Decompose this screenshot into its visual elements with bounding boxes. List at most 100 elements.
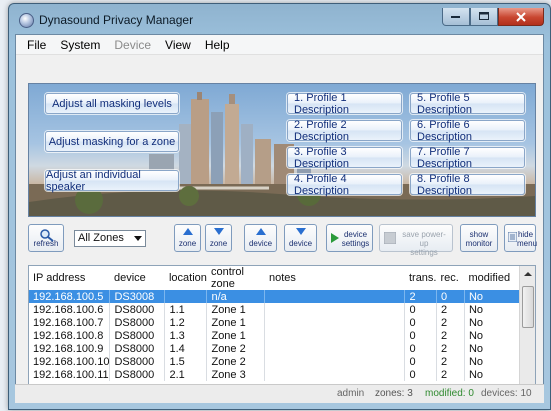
table-cell: 2 [404,290,437,303]
table-cell: Zone 1 [206,329,266,342]
table-row[interactable]: 192.168.100.9 DS8000 1.4 Zone 2 0 2 No [29,342,522,355]
table-cell: 192.168.100.11 [29,368,111,381]
table-cell: 0 [404,342,437,355]
table-cell: 0 [404,303,437,316]
scroll-thumb[interactable] [522,286,534,328]
play-icon [331,233,339,243]
table-cell: 1.3 [164,329,208,342]
show-monitor-label-1: show [469,230,489,239]
adjust-zone-button[interactable]: Adjust masking for a zone [45,131,179,152]
menu-view[interactable]: View [158,38,198,52]
profile-8-button[interactable]: 8. Profile 8 Description [410,173,525,197]
maximize-button[interactable] [470,8,498,26]
table-cell: 1.5 [164,355,208,368]
status-devices: devices: 10 [481,388,532,399]
profile-6-button[interactable]: 6. Profile 6 Description [410,119,525,143]
profile-4-button[interactable]: 4. Profile 4 Description [287,173,402,197]
table-cell: 0 [436,290,465,303]
profile-2-button[interactable]: 2. Profile 2 Description [287,119,402,143]
column-header[interactable]: location [165,266,207,290]
profile-7-button[interactable]: 7. Profile 7 Description [410,146,525,170]
app-window: Dynasound Privacy Manager File System De… [8,3,551,410]
profile-3-button[interactable]: 3. Profile 3 Description [287,146,402,170]
window-title: Dynasound Privacy Manager [39,13,194,27]
table-cell: Zone 3 [206,368,266,381]
table-cell: 2.1 [164,368,208,381]
table-row[interactable]: 192.168.100.10 DS8000 1.5 Zone 2 0 2 No [29,355,522,368]
adjust-all-levels-button[interactable]: Adjust all masking levels [45,93,179,114]
column-header[interactable]: modified [464,266,522,290]
table-cell [264,368,406,381]
column-header[interactable]: device [110,266,165,290]
table-cell [264,355,406,368]
menu-help[interactable]: Help [198,38,237,52]
window-controls [442,8,544,26]
device-settings-button[interactable]: device settings [326,224,373,252]
table-row[interactable]: 192.168.100.11 DS8000 2.1 Zone 3 0 2 No [29,368,522,381]
table-cell: 192.168.100.8 [29,329,111,342]
table-cell: n/a [206,290,266,303]
zone-down-button[interactable]: zone [205,224,232,252]
table-cell [264,316,406,329]
column-header[interactable]: control zone [207,266,265,290]
chevron-up-icon [523,271,532,276]
column-header[interactable]: trans. [405,266,437,290]
zone-select-value: All Zones [78,232,124,244]
adjust-speaker-button[interactable]: Adjust an individual speaker [45,169,179,193]
down-arrow-icon [295,228,306,235]
hide-menu-label-2: menu [517,239,538,248]
device-up-button[interactable]: device [244,224,277,252]
refresh-label: refresh [33,239,59,248]
minimize-icon [451,15,460,18]
hide-menu-label-1: hide [517,230,534,239]
table-cell: 0 [404,329,437,342]
scroll-up-button[interactable] [520,266,535,281]
table-cell: No [468,303,484,316]
table-header-row: IP address device location control zone … [29,266,522,290]
table-cell [264,303,406,316]
status-bar: admin zones: 3 modified: 0 devices: 10 [15,384,544,403]
table-row[interactable]: 192.168.100.6 DS8000 1.1 Zone 1 0 2 No [29,303,522,316]
menu-file[interactable]: File [20,38,53,52]
table-row[interactable]: 192.168.100.7 DS8000 1.2 Zone 1 0 2 No [29,316,522,329]
table-cell: Zone 1 [206,303,266,316]
table-cell: 192.168.100.5 [29,290,111,303]
close-button[interactable] [498,8,544,26]
menu-system[interactable]: System [53,38,107,52]
table-cell: DS8000 [109,316,166,329]
table-cell: 192.168.100.6 [29,303,111,316]
column-header[interactable]: rec. [436,266,464,290]
column-header[interactable]: IP address [29,266,110,290]
save-powerup-settings-button: save power-up settings [379,224,453,257]
device-down-label: device [288,239,313,248]
profile-5-button[interactable]: 5. Profile 5 Description [410,92,525,116]
table-cell [164,290,208,303]
title-bar[interactable]: Dynasound Privacy Manager [9,4,550,34]
minimize-button[interactable] [442,8,470,26]
banner-panel: Adjust all masking levels Adjust masking… [28,83,536,217]
table-cell: No [468,316,484,329]
profile-1-button[interactable]: 1. Profile 1 Description [287,92,402,116]
show-monitor-button[interactable]: show monitor [460,224,498,252]
vertical-scrollbar[interactable] [519,266,535,394]
table-row[interactable]: 192.168.100.8 DS8000 1.3 Zone 1 0 2 No [29,329,522,342]
zone-up-button[interactable]: zone [174,224,201,252]
table-row[interactable]: 192.168.100.5 DS3008 n/a 2 0 No [29,290,523,303]
table-cell: No [468,368,484,381]
client-area: File System Device View Help Adjust all … [15,34,544,403]
refresh-button[interactable]: refresh [28,224,64,252]
column-header[interactable]: notes [265,266,405,290]
table-cell: 1.2 [164,316,208,329]
device-settings-label-2: settings [341,239,370,248]
table-cell: 2 [436,355,465,368]
hide-menu-button[interactable]: hide menu [504,224,538,252]
device-settings-label-1: device [343,230,368,239]
status-user: admin [337,388,365,399]
table-cell: 192.168.100.7 [29,316,111,329]
zone-select[interactable]: All Zones [74,230,146,247]
device-down-button[interactable]: device [284,224,317,252]
table-cell: DS8000 [109,303,166,316]
dropdown-arrow-icon [134,236,142,241]
zone-up-label: zone [178,239,197,248]
table-cell: DS8000 [109,342,166,355]
